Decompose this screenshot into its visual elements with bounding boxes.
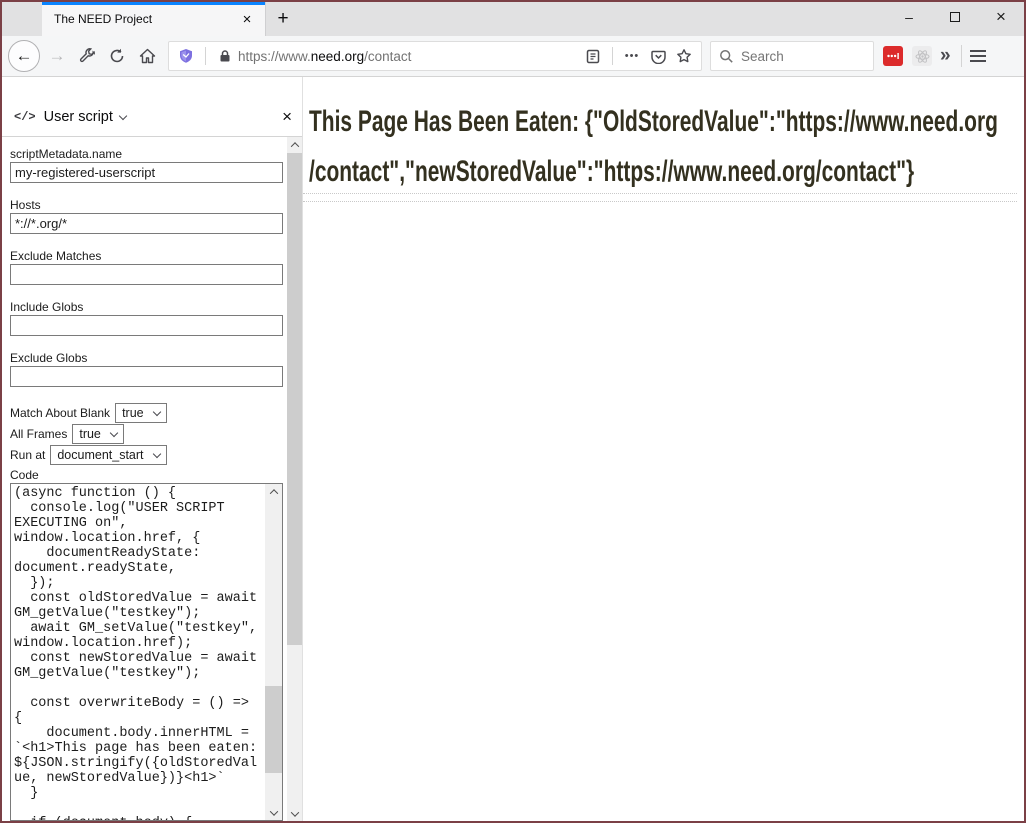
- field-label: Exclude Matches: [10, 250, 302, 263]
- react-devtools-icon[interactable]: [912, 46, 932, 66]
- maximize-icon: [950, 12, 960, 22]
- tab-active[interactable]: The NEED Project ×: [42, 2, 266, 36]
- titlebar-drag-space: [2, 2, 42, 36]
- search-input[interactable]: [741, 49, 841, 64]
- content-area: </> User script × scriptMetadata.name Ho…: [2, 77, 1024, 821]
- home-icon: [139, 48, 156, 64]
- tab-title: The NEED Project: [54, 12, 237, 26]
- field-hosts: Hosts: [10, 199, 302, 234]
- sidebar-body: scriptMetadata.name Hosts Exclude Matche…: [2, 137, 302, 821]
- forward-icon: →: [49, 46, 66, 66]
- scroll-up-icon[interactable]: [287, 137, 302, 152]
- page-actions-icon[interactable]: •••: [619, 43, 645, 69]
- field-script-name: scriptMetadata.name: [10, 148, 302, 183]
- tracking-protection-shield-icon[interactable]: [173, 43, 199, 69]
- back-icon: ←: [16, 46, 33, 66]
- search-bar[interactable]: [710, 41, 874, 71]
- field-exclude-globs: Exclude Globs: [10, 352, 302, 387]
- sidebar-close-icon[interactable]: ×: [282, 107, 292, 127]
- reload-icon: [109, 48, 125, 64]
- page-heading: This Page Has Been Eaten: {"OldStoredVal…: [309, 97, 1024, 197]
- select-label: All Frames: [10, 427, 67, 441]
- scroll-down-icon[interactable]: [287, 806, 302, 821]
- sidebar-header: </> User script ×: [2, 77, 302, 137]
- chevron-down-icon: [110, 429, 118, 437]
- bookmark-star-icon[interactable]: [671, 43, 697, 69]
- select-label: Run at: [10, 448, 45, 462]
- field-label: scriptMetadata.name: [10, 148, 302, 161]
- maximize-button[interactable]: [932, 2, 978, 32]
- urlbar-separator: [205, 47, 206, 65]
- all-frames-select[interactable]: true: [72, 424, 124, 444]
- back-button[interactable]: ←: [8, 40, 40, 72]
- match-about-blank-select[interactable]: true: [115, 403, 167, 423]
- heading-line-2: /contact","newStoredValue":"https://www.…: [309, 147, 1024, 197]
- toolbar-separator: [961, 45, 962, 67]
- include-globs-input[interactable]: [10, 315, 283, 336]
- all-frames-row: All Frames true: [10, 424, 302, 444]
- lock-icon[interactable]: [212, 43, 238, 69]
- tab-bar: The NEED Project × + – ×: [2, 2, 1024, 36]
- reader-mode-icon[interactable]: [580, 43, 606, 69]
- code-field-label: Code: [10, 468, 302, 482]
- scrollbar-thumb[interactable]: [287, 153, 302, 645]
- scrollbar-thumb[interactable]: [265, 686, 282, 773]
- dotted-divider: [303, 193, 1017, 194]
- heading-line-1: This Page Has Been Eaten: {"OldStoredVal…: [309, 97, 1024, 147]
- userscript-sidebar: </> User script × scriptMetadata.name Ho…: [2, 77, 303, 821]
- field-exclude-matches: Exclude Matches: [10, 250, 302, 285]
- forward-button[interactable]: →: [42, 41, 72, 71]
- pocket-icon[interactable]: [645, 43, 671, 69]
- sidebar-title[interactable]: User script: [44, 109, 113, 125]
- browser-window: The NEED Project × + – × ← →: [0, 0, 1026, 823]
- sidebar-scrollbar[interactable]: [287, 137, 302, 821]
- chevron-down-icon: [152, 450, 160, 458]
- home-button[interactable]: [132, 41, 162, 71]
- chevron-down-icon[interactable]: [119, 111, 127, 119]
- scroll-down-icon[interactable]: [265, 805, 282, 820]
- reload-button[interactable]: [102, 41, 132, 71]
- hosts-input[interactable]: [10, 213, 283, 234]
- exclude-matches-input[interactable]: [10, 264, 283, 285]
- url-text[interactable]: https://www.need.org/contact: [238, 49, 580, 64]
- chevron-down-icon: [152, 408, 160, 416]
- select-label: Match About Blank: [10, 406, 110, 420]
- field-label: Hosts: [10, 199, 302, 212]
- url-path: /contact: [364, 49, 411, 64]
- tabbar-spacer: [300, 2, 886, 36]
- exclude-globs-input[interactable]: [10, 366, 283, 387]
- url-prefix: https://www.: [238, 49, 311, 64]
- code-icon: </>: [14, 110, 36, 124]
- run-at-row: Run at document_start: [10, 445, 302, 465]
- dotted-divider: [303, 201, 1017, 202]
- window-controls: – ×: [886, 2, 1024, 36]
- field-label: Exclude Globs: [10, 352, 302, 365]
- url-bar[interactable]: https://www.need.org/contact •••: [168, 41, 702, 71]
- new-tab-button[interactable]: +: [266, 2, 300, 36]
- url-domain: need.org: [311, 49, 364, 64]
- code-textarea[interactable]: (async function () { console.log("USER S…: [10, 483, 283, 821]
- scroll-up-icon[interactable]: [265, 484, 282, 499]
- userscript-wrench-button[interactable]: [72, 41, 102, 71]
- code-scrollbar[interactable]: [265, 484, 282, 820]
- urlbar-separator-2: [612, 47, 613, 65]
- web-page-content: This Page Has Been Eaten: {"OldStoredVal…: [303, 77, 1024, 821]
- menu-hamburger-icon[interactable]: [970, 50, 986, 62]
- search-icon: [719, 49, 734, 64]
- field-label: Include Globs: [10, 301, 302, 314]
- script-name-input[interactable]: [10, 162, 283, 183]
- code-text[interactable]: (async function () { console.log("USER S…: [14, 486, 260, 821]
- match-about-blank-row: Match About Blank true: [10, 403, 302, 423]
- wrench-icon: [79, 48, 95, 64]
- tab-close-icon[interactable]: ×: [237, 9, 257, 29]
- password-extension-icon[interactable]: [883, 46, 903, 66]
- minimize-button[interactable]: –: [886, 2, 932, 32]
- run-at-select[interactable]: document_start: [50, 445, 166, 465]
- overflow-chevron-icon[interactable]: »: [940, 45, 951, 67]
- field-include-globs: Include Globs: [10, 301, 302, 336]
- navigation-toolbar: ← → https://www.need.org/contact •••: [2, 36, 1024, 77]
- close-window-button[interactable]: ×: [978, 2, 1024, 32]
